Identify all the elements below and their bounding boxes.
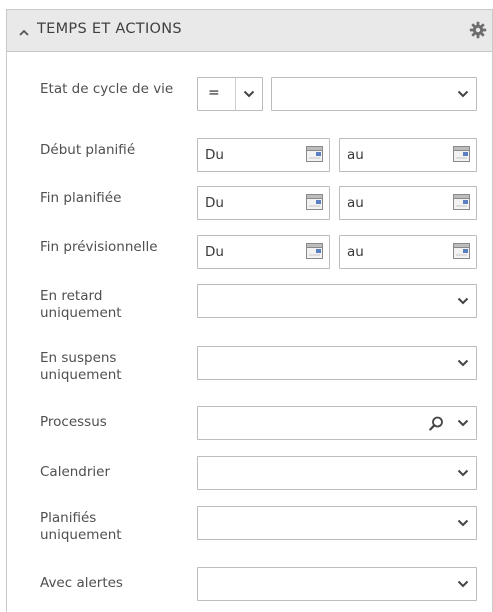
- search-icon[interactable]: [423, 407, 449, 439]
- label-en-retard: En retard uniquement: [40, 288, 122, 321]
- date-to-placeholder: au: [347, 244, 364, 260]
- chevron-down-icon[interactable]: [449, 407, 476, 439]
- gear-icon[interactable]: [469, 21, 487, 39]
- chevron-down-icon[interactable]: [449, 507, 476, 539]
- date-to-placeholder: au: [347, 195, 364, 211]
- temps-et-actions-panel: TEMPS ET ACTIONS Etat de cycle de vie = …: [6, 9, 493, 612]
- fin-previsionnelle-to[interactable]: au: [339, 235, 477, 269]
- date-from-placeholder: Du: [205, 147, 224, 163]
- label-en-suspens: En suspens uniquement: [40, 350, 122, 383]
- chevron-down-icon[interactable]: [449, 285, 476, 317]
- date-from-placeholder: Du: [205, 244, 224, 260]
- en-retard-select[interactable]: [197, 284, 477, 318]
- date-from-placeholder: Du: [205, 195, 224, 211]
- calendar-icon[interactable]: [306, 146, 323, 162]
- etat-cycle-vie-select[interactable]: [271, 77, 477, 111]
- label-fin-planifiee: Fin planifiée: [40, 190, 122, 206]
- label-fin-previsionnelle: Fin prévisionnelle: [40, 239, 158, 255]
- calendar-icon[interactable]: [306, 243, 323, 259]
- calendar-icon[interactable]: [306, 194, 323, 210]
- label-processus: Processus: [40, 414, 107, 430]
- label-etat-cycle-vie: Etat de cycle de vie: [40, 81, 174, 97]
- calendar-icon[interactable]: [453, 146, 470, 162]
- fin-planifiee-to[interactable]: au: [339, 186, 477, 220]
- chevron-down-icon[interactable]: [235, 78, 262, 110]
- debut-planifie-to[interactable]: au: [339, 138, 477, 172]
- fin-previsionnelle-from[interactable]: Du: [197, 235, 330, 269]
- label-calendrier: Calendrier: [40, 464, 111, 480]
- avec-alertes-select[interactable]: [197, 567, 477, 601]
- date-to-placeholder: au: [347, 147, 364, 163]
- label-avec-alertes: Avec alertes: [40, 575, 123, 591]
- planifies-select[interactable]: [197, 506, 477, 540]
- debut-planifie-from[interactable]: Du: [197, 138, 330, 172]
- operator-value: =: [208, 85, 220, 101]
- processus-select[interactable]: [197, 406, 477, 440]
- operator-select[interactable]: =: [197, 77, 263, 111]
- panel-title: TEMPS ET ACTIONS: [37, 21, 182, 37]
- fin-planifiee-from[interactable]: Du: [197, 186, 330, 220]
- chevron-down-icon[interactable]: [449, 568, 476, 600]
- chevron-up-icon[interactable]: [18, 24, 30, 36]
- chevron-down-icon[interactable]: [449, 347, 476, 379]
- calendar-icon[interactable]: [453, 194, 470, 210]
- panel-header[interactable]: TEMPS ET ACTIONS: [7, 9, 492, 52]
- en-suspens-select[interactable]: [197, 346, 477, 380]
- label-debut-planifie: Début planifié: [40, 142, 136, 158]
- label-planifies: Planifiés uniquement: [40, 510, 122, 543]
- calendrier-select[interactable]: [197, 456, 477, 490]
- calendar-icon[interactable]: [453, 243, 470, 259]
- chevron-down-icon[interactable]: [449, 78, 476, 110]
- chevron-down-icon[interactable]: [449, 457, 476, 489]
